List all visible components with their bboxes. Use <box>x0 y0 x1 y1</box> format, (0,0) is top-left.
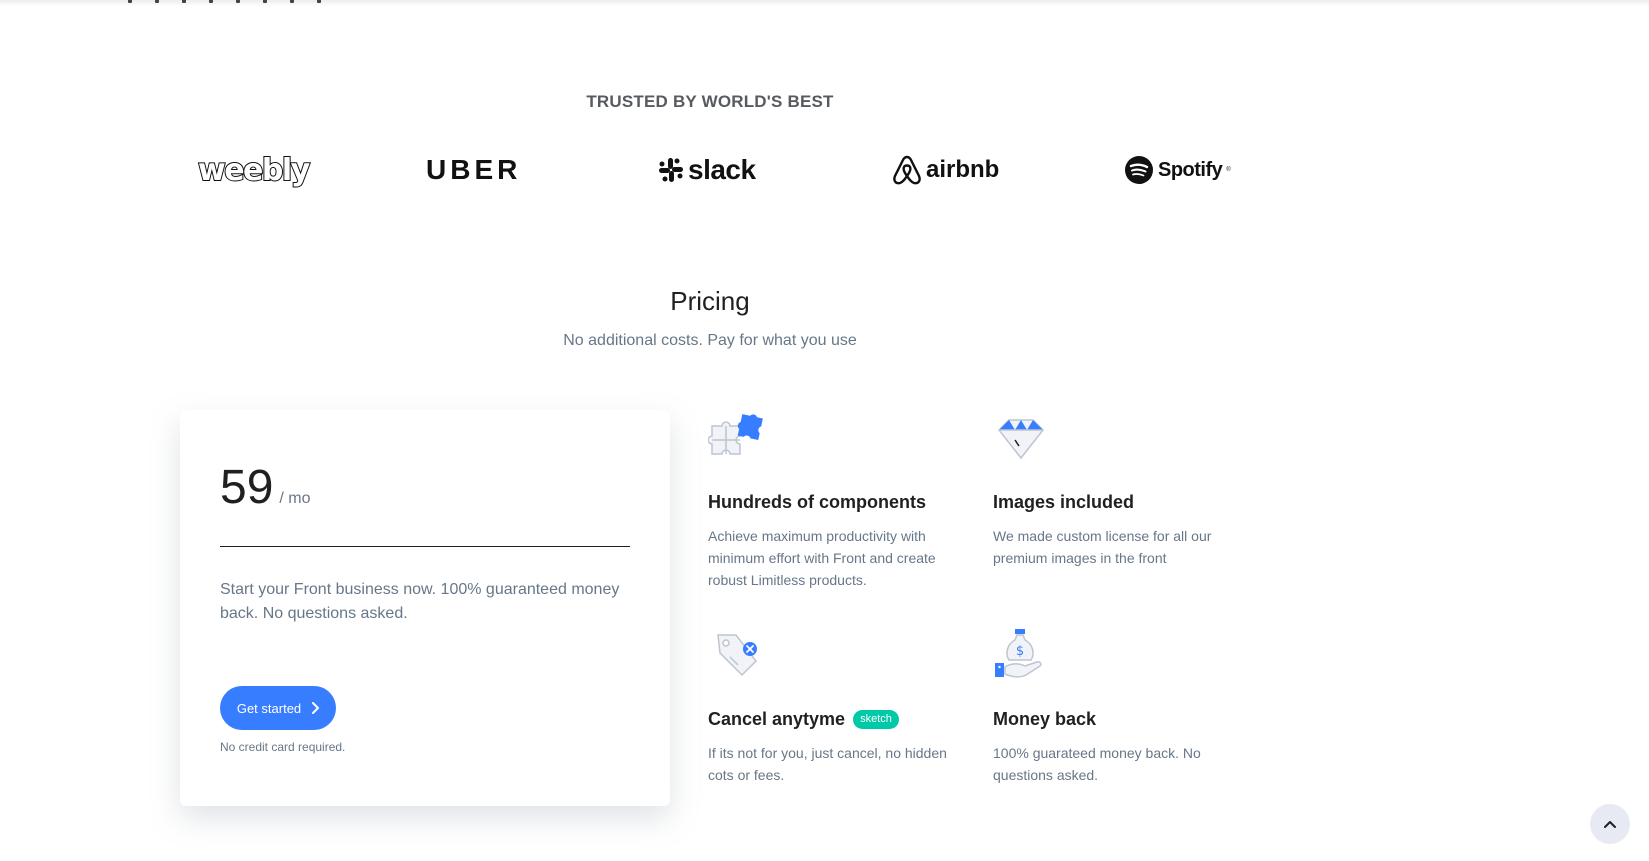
airbnb-icon <box>893 155 921 185</box>
feature-components: Hundreds of components Achieve maximum p… <box>708 410 958 591</box>
sketch-badge: sketch <box>853 710 899 729</box>
pricing-card: 59 / mo Start your Front business now. 1… <box>180 410 670 806</box>
weebly-logo: weebly <box>197 152 311 189</box>
feature-title: Cancel anytyme sketch <box>708 709 958 730</box>
card-divider <box>220 546 630 547</box>
slack-wordmark: slack <box>688 154 756 185</box>
back-to-top-button[interactable] <box>1590 804 1630 844</box>
feature-title: Money back <box>993 709 1243 730</box>
feature-title-text: Money back <box>993 709 1097 729</box>
price-tag-icon <box>717 634 757 677</box>
card-description: Start your Front business now. 100% guar… <box>220 581 620 622</box>
feature-money-back: $ Money back 100% guarateed money back. … <box>993 627 1243 786</box>
slack-logo: slack <box>658 145 756 195</box>
feature-title: Hundreds of components <box>708 492 958 513</box>
feature-cancel: Cancel anytyme sketch If its not for you… <box>708 627 958 786</box>
spotify-logo: Spotify ® <box>1124 145 1231 195</box>
uber-logo: UBER <box>426 154 522 185</box>
chevron-right-icon <box>312 702 320 714</box>
no-credit-card-note: No credit card required. <box>220 740 346 754</box>
feature-text: If its not for you, just cancel, no hidd… <box>708 745 947 783</box>
page: TRUSTED BY WORLD'S BEST weebly UBER slac… <box>0 0 1649 861</box>
pricing-subtitle: No additional costs. Pay for what you us… <box>563 332 857 349</box>
spotify-trademark: ® <box>1226 167 1231 173</box>
spotify-icon <box>1125 156 1153 184</box>
slack-icon <box>659 158 683 182</box>
feature-title-text: Cancel anytyme <box>708 709 846 729</box>
spotify-wordmark: Spotify <box>1158 158 1223 181</box>
diamond-icon <box>997 419 1045 460</box>
chevron-up-icon <box>1604 821 1616 828</box>
money-bag-icon: $ <box>995 629 1042 678</box>
feature-text: 100% guarateed money back. No questions … <box>993 745 1201 783</box>
puzzle-icon <box>708 414 763 455</box>
pricing-title: Pricing <box>670 286 750 316</box>
price: 59 / mo <box>220 460 311 515</box>
feature-title-text: Hundreds of components <box>708 492 927 512</box>
get-started-button[interactable]: Get started <box>220 686 336 730</box>
feature-images: Images included We made custom license f… <box>993 410 1243 569</box>
top-dots-decoration <box>128 0 321 3</box>
price-unit: / mo <box>279 490 311 507</box>
svg-text:$: $ <box>1016 644 1024 659</box>
airbnb-logo: airbnb <box>892 145 999 195</box>
feature-title: Images included <box>993 492 1243 513</box>
feature-text: We made custom license for all our premi… <box>993 528 1212 566</box>
feature-text: Achieve maximum productivity with minimu… <box>708 528 936 588</box>
price-amount: 59 <box>220 461 274 514</box>
get-started-label: Get started <box>236 700 302 716</box>
airbnb-wordmark: airbnb <box>926 156 1000 183</box>
trusted-heading: TRUSTED BY WORLD'S BEST <box>586 92 834 111</box>
feature-title-text: Images included <box>993 492 1135 512</box>
